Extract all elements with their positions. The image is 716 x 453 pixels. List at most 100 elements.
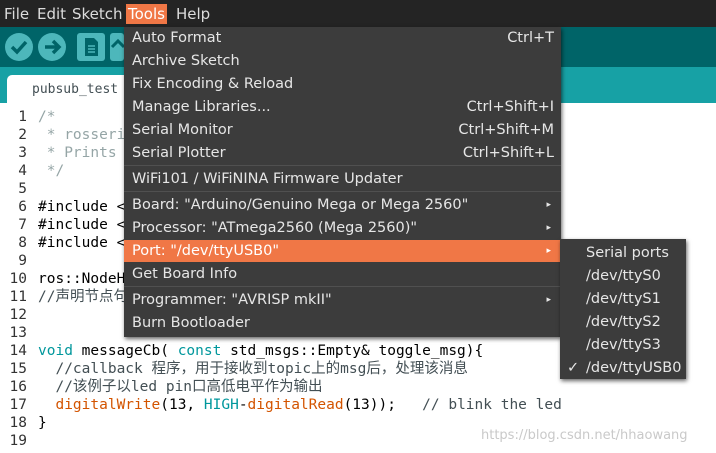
menu-sketch[interactable]: Sketch bbox=[70, 4, 125, 24]
arrow-right-icon bbox=[38, 33, 66, 61]
line-number: 6 bbox=[18, 199, 27, 215]
code-token: digitalRead bbox=[247, 397, 344, 413]
tab-label: pubsub_test bbox=[32, 82, 119, 97]
code-line: * rosseri bbox=[38, 126, 126, 144]
menu-item-shortcut: Ctrl+T bbox=[507, 30, 554, 46]
code-token: - bbox=[238, 397, 248, 413]
menu-item-board-arduino-genuino-mega-or-mega-2560[interactable]: Board: "Arduino/Genuino Mega or Mega 256… bbox=[124, 194, 561, 216]
open-icon bbox=[110, 33, 126, 61]
port-option-dev-ttys0[interactable]: /dev/ttyS0 bbox=[560, 265, 686, 287]
menu-item-label: Programmer: "AVRISP mkII" bbox=[132, 292, 332, 308]
new-file-icon bbox=[77, 33, 105, 61]
menu-item-label: Burn Bootloader bbox=[132, 315, 250, 331]
menu-separator bbox=[124, 165, 561, 166]
code-token: //callback 程序，用于接收到topic上的msg后，处理该消息 bbox=[38, 361, 468, 377]
menu-item-fix-encoding-reload[interactable]: Fix Encoding & Reload bbox=[124, 73, 561, 95]
port-option-label: /dev/ttyS3 bbox=[586, 337, 661, 353]
menu-item-label: Archive Sketch bbox=[132, 53, 240, 69]
submenu-arrow-icon: ▸ bbox=[546, 223, 551, 233]
checkmark-icon: ✓ bbox=[567, 360, 580, 376]
menu-item-label: Board: "Arduino/Genuino Mega or Mega 256… bbox=[132, 197, 469, 213]
code-token: #include < bbox=[38, 235, 126, 251]
submenu-header-label: Serial ports bbox=[586, 245, 669, 261]
menu-tools[interactable]: Tools bbox=[126, 4, 167, 24]
menu-item-shortcut: Ctrl+Shift+M bbox=[458, 122, 554, 138]
port-submenu: Serial ports/dev/ttyS0/dev/ttyS1/dev/tty… bbox=[560, 239, 686, 379]
code-token: //该例子以led pin口高低电平作为输出 bbox=[38, 379, 323, 395]
code-token: #include < bbox=[38, 199, 126, 215]
code-line: /* bbox=[38, 108, 55, 126]
code-token: digitalWrite bbox=[55, 397, 161, 413]
menu-item-serial-plotter[interactable]: Serial Plotter Ctrl+Shift+L bbox=[124, 142, 561, 164]
code-line: void messageCb( const std_msgs::Empty& t… bbox=[38, 342, 483, 360]
code-token: void bbox=[38, 343, 73, 359]
tab-pubsub-test[interactable]: pubsub_test bbox=[7, 75, 137, 103]
menu-item-archive-sketch[interactable]: Archive Sketch bbox=[124, 50, 561, 72]
menu-edit[interactable]: Edit bbox=[35, 4, 68, 24]
code-line: digitalWrite(13, HIGH-digitalRead(13)); … bbox=[38, 396, 561, 414]
menu-item-label: Serial Plotter bbox=[132, 145, 226, 161]
line-number: 3 bbox=[18, 145, 27, 161]
menu-separator bbox=[124, 191, 561, 192]
menu-item-processor-atmega2560-mega-2560[interactable]: Processor: "ATmega2560 (Mega 2560)" ▸ bbox=[124, 217, 561, 239]
code-token: (13, bbox=[160, 397, 204, 413]
code-token: * rosseri bbox=[38, 127, 126, 143]
code-line: ros::NodeH bbox=[38, 270, 125, 288]
code-line: //该例子以led pin口高低电平作为输出 bbox=[38, 378, 323, 396]
line-number: 18 bbox=[9, 415, 27, 431]
tools-menu: Auto Format Ctrl+T Archive Sketch Fix Encod… bbox=[124, 27, 561, 337]
port-option-label: /dev/ttyS0 bbox=[586, 268, 661, 284]
code-token: //声明节点句 bbox=[38, 289, 128, 305]
menu-item-shortcut: Ctrl+Shift+I bbox=[466, 99, 554, 115]
line-number: 4 bbox=[18, 163, 27, 179]
code-line: } bbox=[38, 414, 47, 432]
port-option-dev-ttys3[interactable]: /dev/ttyS3 bbox=[560, 334, 686, 356]
menu-item-programmer-avrisp-mkii[interactable]: Programmer: "AVRISP mkII" ▸ bbox=[124, 289, 561, 311]
port-option-dev-ttyusb0[interactable]: ✓ /dev/ttyUSB0 bbox=[560, 357, 686, 379]
menu-item-manage-libraries[interactable]: Manage Libraries... Ctrl+Shift+I bbox=[124, 96, 561, 118]
port-option-dev-ttys1[interactable]: /dev/ttyS1 bbox=[560, 288, 686, 310]
menu-item-port-dev-ttyusb0[interactable]: Port: "/dev/ttyUSB0" ▸ bbox=[124, 240, 561, 262]
menu-item-burn-bootloader[interactable]: Burn Bootloader bbox=[124, 312, 561, 334]
menu-item-get-board-info[interactable]: Get Board Info bbox=[124, 263, 561, 285]
line-number: 9 bbox=[18, 253, 27, 269]
upload-button[interactable] bbox=[38, 33, 66, 61]
line-number: 13 bbox=[9, 325, 27, 341]
line-number: 11 bbox=[9, 289, 27, 305]
code-line: * Prints bbox=[38, 144, 117, 162]
verify-button[interactable] bbox=[5, 33, 33, 61]
code-line: #include < bbox=[38, 234, 125, 252]
menu-item-label: Get Board Info bbox=[132, 266, 238, 282]
code-line: #include < bbox=[38, 198, 125, 216]
code-line: //声明节点句 bbox=[38, 288, 128, 306]
code-token: HIGH bbox=[203, 397, 239, 413]
submenu-arrow-icon: ▸ bbox=[546, 200, 551, 210]
menu-item-wifi101-wifinina-firmware-updater[interactable]: WiFi101 / WiFiNINA Firmware Updater bbox=[124, 168, 561, 190]
line-number: 16 bbox=[9, 379, 27, 395]
watermark-text: https://blog.csdn.net/hhaowang bbox=[481, 428, 688, 443]
menu-file[interactable]: File bbox=[2, 4, 31, 24]
new-sketch-button[interactable] bbox=[77, 33, 105, 61]
menu-item-auto-format[interactable]: Auto Format Ctrl+T bbox=[124, 27, 561, 49]
menu-separator bbox=[124, 286, 561, 287]
line-number: 5 bbox=[18, 181, 27, 197]
menu-item-serial-monitor[interactable]: Serial Monitor Ctrl+Shift+M bbox=[124, 119, 561, 141]
code-token: /* bbox=[38, 109, 56, 125]
code-token: (13)); bbox=[343, 397, 423, 413]
menu-item-label: Processor: "ATmega2560 (Mega 2560)" bbox=[132, 220, 418, 236]
port-option-dev-ttys2[interactable]: /dev/ttyS2 bbox=[560, 311, 686, 333]
menu-item-label: WiFi101 / WiFiNINA Firmware Updater bbox=[132, 171, 403, 187]
menu-help[interactable]: Help bbox=[174, 4, 212, 24]
line-number: 10 bbox=[9, 271, 27, 287]
submenu-arrow-icon: ▸ bbox=[546, 246, 551, 256]
code-token: messageCb( bbox=[72, 343, 178, 359]
line-number: 17 bbox=[9, 397, 27, 413]
menu-item-label: Auto Format bbox=[132, 30, 222, 46]
menu-bar: File Edit Sketch Tools Help bbox=[0, 0, 716, 27]
line-number: 1 bbox=[18, 109, 27, 125]
checkmark-icon bbox=[5, 33, 33, 61]
line-number: 15 bbox=[9, 361, 27, 377]
line-number: 2 bbox=[18, 127, 27, 143]
submenu-arrow-icon: ▸ bbox=[546, 295, 551, 305]
